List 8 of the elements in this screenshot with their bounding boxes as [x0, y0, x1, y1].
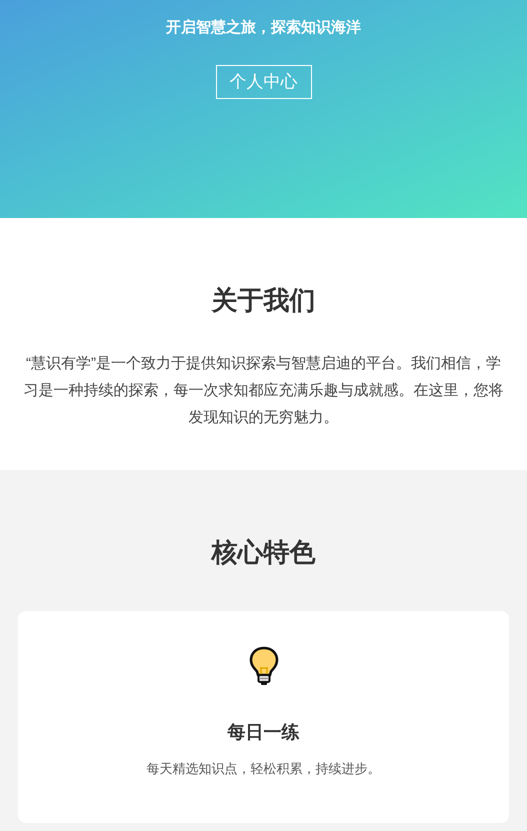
section-heading: 核心特色 [212, 536, 316, 569]
about-paragraph: “慧识有学”是一个致力于提供知识探索与智慧启迪的平台。我们相信，学习是一种持续的探索，每一次求知都应充满乐趣与成就感。在这里，您将发现知识的无穷魅力。 [22, 354, 504, 428]
feature-description: 每天精选知识点，轻松积累，持续进步。 [146, 760, 380, 778]
lightbulb-icon [248, 646, 278, 686]
profile-button[interactable]: 个人中心 [216, 65, 312, 99]
feature-title: 每日一练 [228, 721, 300, 744]
section-heading: 关于我们 [212, 284, 316, 317]
hero-subtitle: 开启智慧之旅，探索知识海洋 [166, 18, 361, 38]
